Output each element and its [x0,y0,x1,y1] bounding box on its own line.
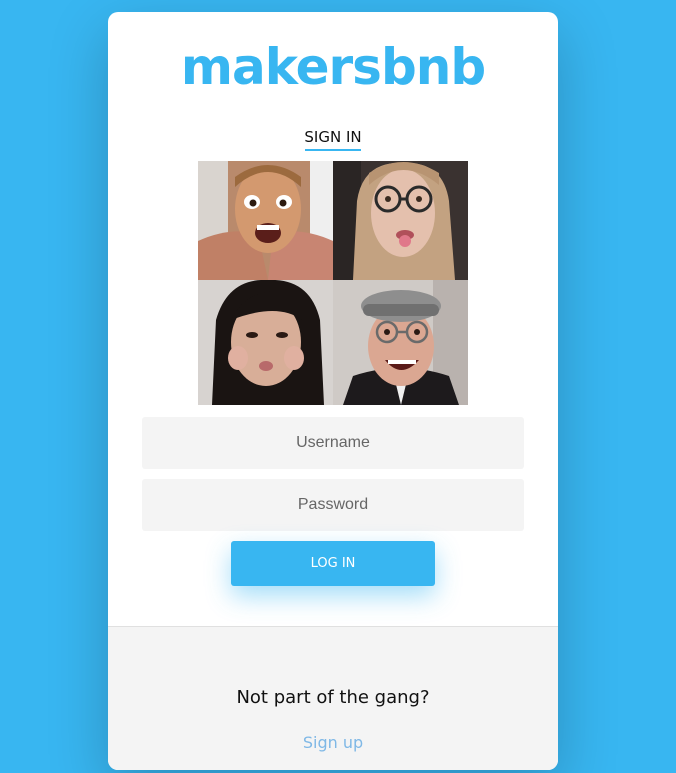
photo-person-4 [333,280,468,405]
photo-person-3 [198,280,333,405]
login-card: makersbnb SIGN IN Username LOG IN Not pa… [108,12,558,770]
username-input[interactable] [142,417,524,469]
photo-person-2 [333,161,468,280]
signup-prompt: Not part of the gang? [236,687,430,708]
tab-active-indicator [305,149,361,151]
signup-footer: Not part of the gang? Sign up [108,626,558,770]
tab-sign-in[interactable]: SIGN IN [304,128,362,146]
makersbnb-logo: makersbnb [180,38,486,96]
password-input[interactable] [142,479,524,531]
log-in-button[interactable]: LOG IN [231,541,435,586]
photo-person-1 [198,161,333,280]
sign-up-link[interactable]: Sign up [108,733,558,753]
group-photo [198,161,468,405]
